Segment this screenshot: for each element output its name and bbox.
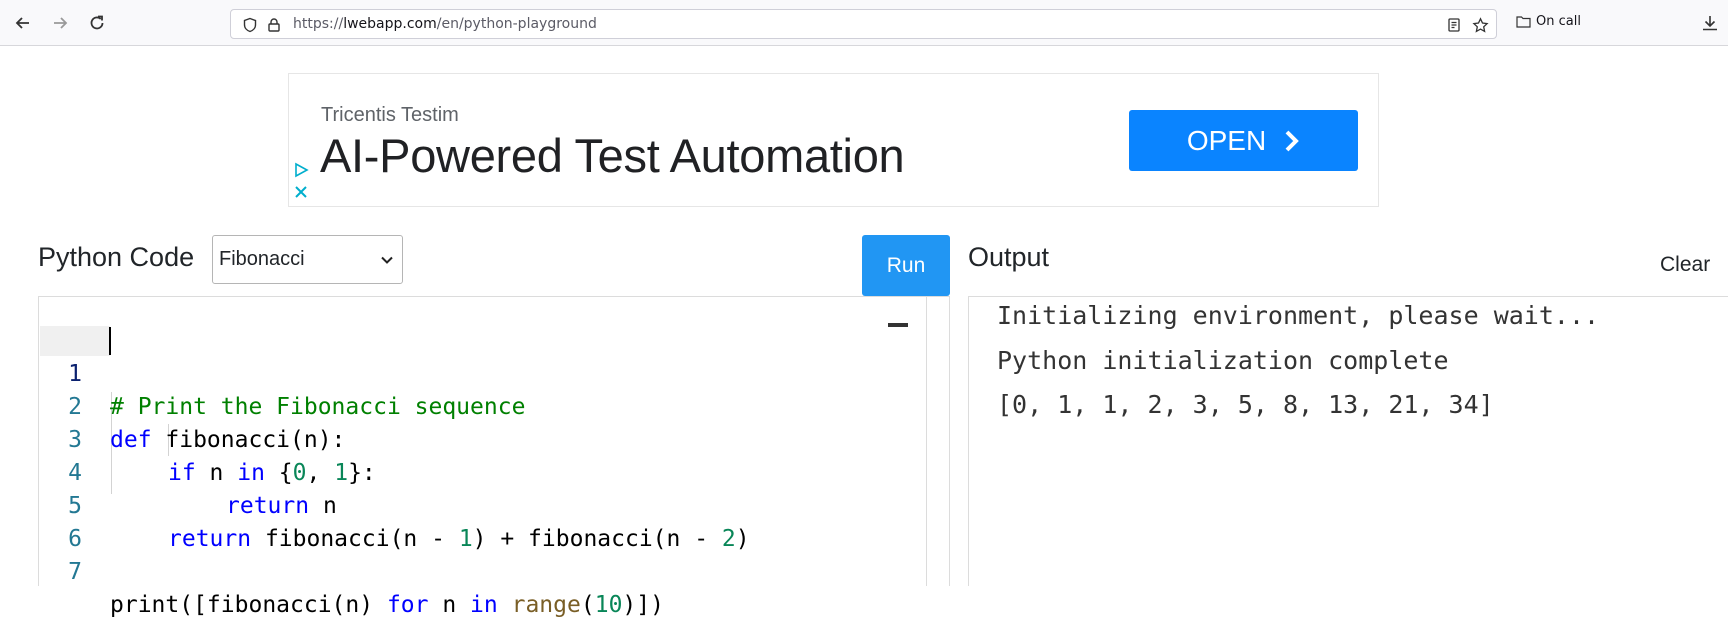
code-line[interactable]: 6 — [40, 490, 920, 552]
url-path: /en/python-playground — [436, 16, 597, 32]
code-line[interactable]: 2 def fibonacci(n): — [40, 358, 920, 453]
reload-button[interactable] — [84, 10, 110, 36]
ad-close-icon[interactable] — [293, 184, 309, 200]
shield-icon[interactable] — [241, 16, 259, 34]
code-line[interactable]: 4 return n — [40, 424, 920, 519]
ad-banner[interactable]: Tricentis Testim AI-Powered Test Automat… — [288, 73, 1379, 207]
example-select[interactable]: Fibonacci — [212, 235, 403, 284]
url-host: lwebapp.com — [343, 16, 437, 32]
downloads-button[interactable] — [1700, 13, 1722, 35]
ad-brand: Tricentis Testim — [321, 104, 459, 126]
chevron-right-icon — [1285, 130, 1300, 151]
line-content: print([fibonacci(n) for n in range(10)]) — [110, 592, 664, 618]
download-icon — [1703, 16, 1717, 31]
line-number: 7 — [68, 559, 82, 585]
code-line[interactable]: 1 # Print the Fibonacci sequence — [40, 325, 920, 420]
editor-scrollbar[interactable] — [926, 296, 927, 586]
ad-choices-icon[interactable] — [293, 162, 309, 178]
output-console[interactable]: Initializing environment, please wait...… — [968, 296, 1728, 586]
output-line: Initializing environment, please wait... — [997, 301, 1600, 330]
url-text[interactable]: https://lwebapp.com/en/python-playground — [293, 16, 597, 32]
text-cursor — [109, 327, 111, 355]
url-bar[interactable]: https://lwebapp.com/en/python-playground — [230, 9, 1497, 39]
reload-icon — [90, 15, 104, 30]
output-line: Python initialization complete — [997, 346, 1449, 375]
python-code-title: Python Code — [38, 242, 195, 272]
chevron-down-icon — [381, 256, 393, 264]
example-select-value: Fibonacci — [219, 248, 305, 270]
reader-view-icon[interactable] — [1445, 16, 1463, 34]
code-line[interactable]: 3 if n in {0, 1}: — [40, 391, 920, 486]
clear-button[interactable]: Clear — [1660, 253, 1710, 277]
run-button[interactable]: Run — [862, 235, 950, 296]
back-button[interactable] — [10, 10, 36, 36]
output-line: [0, 1, 1, 2, 3, 5, 8, 13, 21, 34] — [997, 390, 1494, 419]
lock-icon[interactable] — [265, 16, 283, 34]
forward-button[interactable] — [47, 10, 73, 36]
browser-toolbar: https://lwebapp.com/en/python-playground… — [0, 0, 1728, 46]
bookmark-folder-on-call[interactable]: On call — [1516, 14, 1581, 29]
ad-open-button[interactable]: OPEN — [1129, 110, 1358, 171]
code-line[interactable]: 7 print([fibonacci(n) for n in range(10)… — [40, 523, 920, 618]
arrow-left-icon — [15, 17, 29, 29]
ad-open-label: OPEN — [1186, 124, 1267, 156]
code-line[interactable]: 5 return fibonacci(n - 1) + fibonacci(n … — [40, 457, 920, 552]
arrow-right-icon — [54, 17, 68, 29]
url-scheme: https:// — [293, 16, 344, 32]
bookmark-folder-label: On call — [1536, 14, 1581, 29]
output-title: Output — [968, 242, 1050, 272]
ad-headline[interactable]: AI-Powered Test Automation — [320, 128, 905, 183]
folder-icon — [1516, 16, 1531, 28]
bookmark-star-icon[interactable] — [1471, 16, 1489, 34]
